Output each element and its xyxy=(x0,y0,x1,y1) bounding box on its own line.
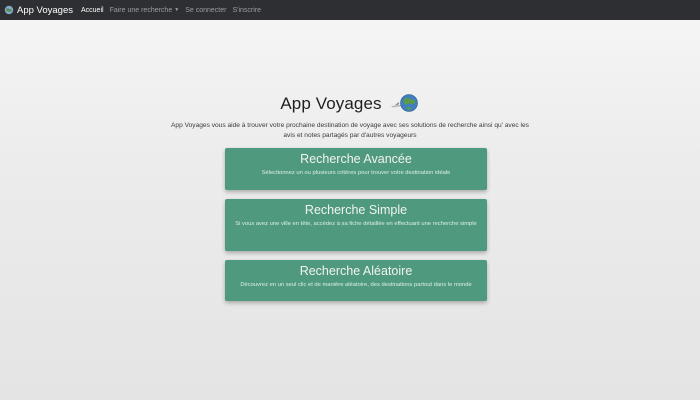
brand-label: App Voyages xyxy=(17,4,73,16)
hero-description: App Voyages vous aide à trouver votre pr… xyxy=(171,122,529,139)
caret-down-icon: ▼ xyxy=(174,6,180,13)
globe-airplane-icon xyxy=(390,94,418,112)
nav-dropdown-recherche[interactable]: Faire une recherche ▼ xyxy=(110,7,180,14)
card-title: Recherche Aléatoire xyxy=(299,264,413,278)
hero-title-row: App Voyages xyxy=(0,91,700,117)
card-description: Découvrez en un seul clic et de manière … xyxy=(240,282,472,288)
card-description: Si vous avez une ville en tête, accédez … xyxy=(235,221,477,227)
nav-dropdown-label: Faire une recherche xyxy=(109,6,173,14)
card-title: Recherche Simple xyxy=(304,203,408,217)
card-recherche-avancee[interactable]: Recherche Avancée Sélectionnez un ou plu… xyxy=(225,148,487,190)
card-description: Sélectionnez un ou plusieurs critères po… xyxy=(261,170,451,176)
card-recherche-simple[interactable]: Recherche Simple Si vous avez une ville … xyxy=(225,199,487,251)
navbar: App Voyages Accueil Faire une recherche … xyxy=(0,0,700,20)
brand-link[interactable]: App Voyages xyxy=(4,5,73,16)
card-title: Recherche Avancée xyxy=(300,152,412,166)
globe-icon xyxy=(4,5,14,15)
card-recherche-aleatoire[interactable]: Recherche Aléatoire Découvrez en un seul… xyxy=(225,260,487,301)
nav-link-accueil[interactable]: Accueil xyxy=(81,7,104,14)
nav-link-se-connecter[interactable]: Se connecter xyxy=(185,7,226,14)
page-title: App Voyages xyxy=(280,94,382,113)
hero: App Voyages App Voyages vous aide à trou… xyxy=(0,91,700,141)
nav-link-s-inscrire[interactable]: S'inscrire xyxy=(232,7,261,14)
